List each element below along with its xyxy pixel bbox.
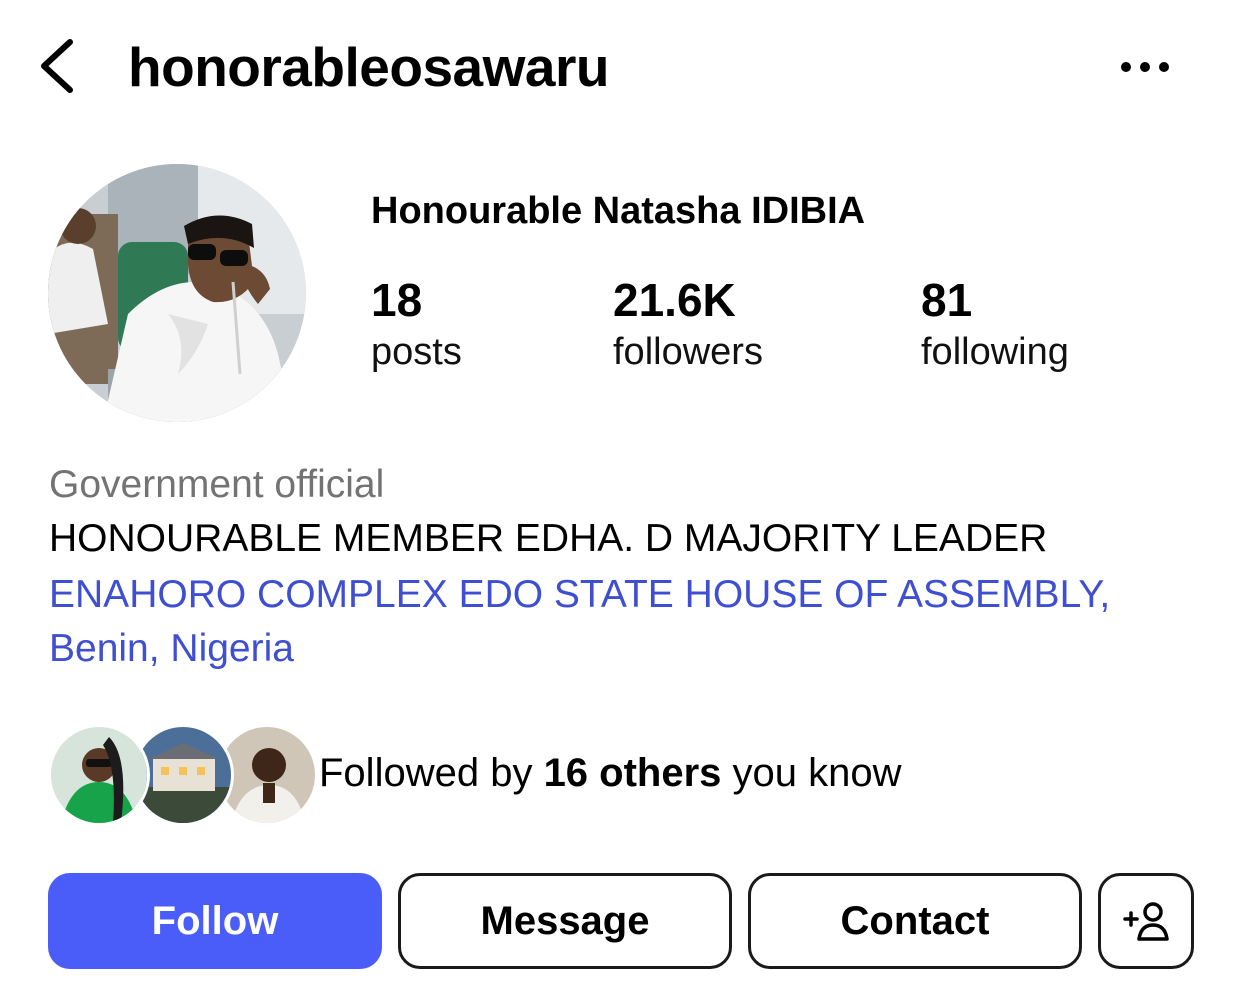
following-count-value: 81: [921, 274, 973, 326]
message-button[interactable]: Message: [398, 873, 732, 969]
followers-count-label: followers: [613, 331, 763, 373]
contact-button[interactable]: Contact: [748, 873, 1082, 969]
profile-bio: HONOURABLE MEMBER EDHA. D MAJORITY LEADE…: [49, 517, 1048, 560]
profile-category: Government official: [49, 463, 385, 506]
mutual-followers-avatars[interactable]: [48, 724, 318, 826]
profile-address-link[interactable]: ENAHORO COMPLEX EDO STATE HOUSE OF ASSEM…: [49, 568, 1209, 676]
chevron-left-icon: [41, 39, 73, 93]
followed-by-text[interactable]: Followed by 16 others you know: [319, 748, 902, 798]
followers-count[interactable]: 21.6K followers: [613, 273, 763, 377]
suggested-accounts-button[interactable]: [1098, 873, 1194, 969]
followers-count-value: 21.6K: [613, 274, 736, 326]
posts-count[interactable]: 18 posts: [371, 273, 462, 377]
followed-by-count: 16 others: [543, 751, 722, 795]
profile-display-name: Honourable Natasha IDIBIA: [371, 190, 866, 232]
posts-count-label: posts: [371, 331, 462, 373]
more-horizontal-icon: [1121, 62, 1169, 72]
profile-avatar[interactable]: [48, 164, 306, 422]
posts-count-value: 18: [371, 274, 423, 326]
more-options-button[interactable]: [1116, 50, 1174, 84]
page-title: honorableosawaru: [128, 36, 609, 98]
followed-by-prefix: Followed by: [319, 751, 544, 795]
back-button[interactable]: [36, 36, 80, 96]
add-person-icon: [1123, 902, 1169, 941]
follow-button[interactable]: Follow: [48, 873, 382, 969]
mutual-avatar: [48, 724, 150, 826]
following-count[interactable]: 81 following: [921, 273, 1069, 377]
followed-by-suffix: you know: [721, 751, 902, 795]
following-count-label: following: [921, 331, 1069, 373]
